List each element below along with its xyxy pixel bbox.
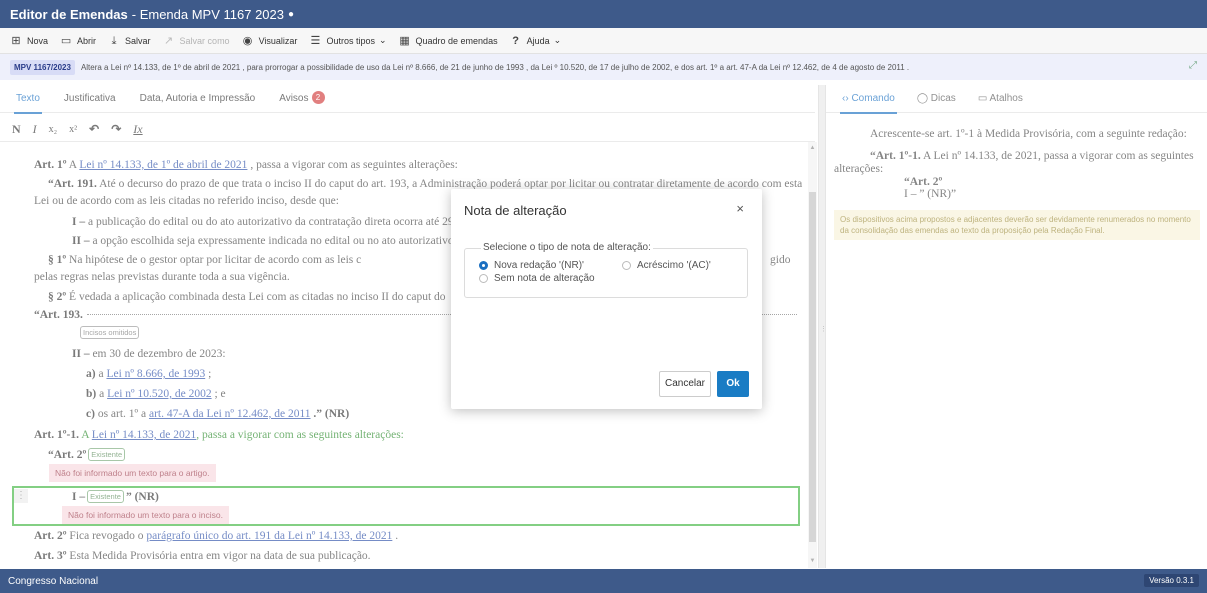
radio-sem-nota[interactable]: Sem nota de alteração <box>479 273 595 284</box>
preview-label: Visualizar <box>258 35 298 46</box>
open-button[interactable]: ▭ Abrir <box>60 35 96 47</box>
proposition-bar: MPV 1167/2023 Altera a Lei nº 14.133, de… <box>0 54 1207 80</box>
radio-selected-icon <box>479 261 488 270</box>
window-title-bar: Editor de Emendas - Emenda MPV 1167 2023… <box>0 0 1207 28</box>
proposition-summary: Altera a Lei nº 14.133, de 1º de abril d… <box>80 62 910 72</box>
save-label: Salvar <box>125 35 151 46</box>
folder-icon: ▭ <box>60 34 72 47</box>
new-label: Nova <box>27 35 49 46</box>
change-note-dialog: Nota de alteração × Selecione o tipo de … <box>451 189 762 409</box>
dialog-title: Nota de alteração <box>464 203 567 218</box>
save-button[interactable]: ⤓ Salvar <box>108 35 151 47</box>
close-icon[interactable]: × <box>736 201 744 216</box>
table-icon: ▦ <box>399 34 410 47</box>
ok-button[interactable]: Ok <box>717 371 749 397</box>
chevron-down-icon: ⌄ <box>378 35 387 45</box>
save-as-label: Salvar como <box>179 35 230 46</box>
amendments-table-label: Quadro de emendas <box>415 35 498 46</box>
save-as-icon: ↗ <box>163 34 174 47</box>
help-icon: ? <box>512 34 519 47</box>
main-toolbar: ⊞ Nova ▭ Abrir ⤓ Salvar ↗ Salvar como ◉ Visua… <box>0 28 1207 54</box>
expand-icon[interactable]: ⤢ <box>1189 60 1197 71</box>
status-bar: Congresso Nacional Versão 0.3.1 <box>0 569 1207 593</box>
document-title: - Emenda MPV 1167 2023 <box>131 6 284 22</box>
radio-unselected-icon <box>622 261 631 270</box>
help-label: Ajuda <box>526 35 550 46</box>
list-icon: ☰ <box>310 34 321 47</box>
eye-icon: ◉ <box>242 34 253 47</box>
app-title: Editor de Emendas <box>10 6 128 22</box>
other-types-dropdown[interactable]: ☰ Outros tipos ⌄ <box>309 34 387 47</box>
organization-label: Congresso Nacional <box>8 575 99 587</box>
radio-nova-redacao-label: Nova redação '(NR)' <box>494 260 584 271</box>
new-file-icon: ⊞ <box>11 34 21 47</box>
radio-nova-redacao[interactable]: Nova redação '(NR)' <box>479 260 584 271</box>
open-label: Abrir <box>77 35 97 46</box>
note-type-group: Selecione o tipo de nota de alteração: N… <box>464 242 748 298</box>
help-dropdown[interactable]: ? Ajuda ⌄ <box>510 34 562 47</box>
amendments-table-button[interactable]: ▦ Quadro de emendas <box>399 34 498 47</box>
proposition-badge: MPV 1167/2023 <box>10 59 75 75</box>
radio-unselected-icon <box>479 274 488 283</box>
other-types-label: Outros tipos <box>326 35 375 46</box>
chevron-down-icon: ⌄ <box>553 35 562 45</box>
save-as-button[interactable]: ↗ Salvar como <box>163 35 230 47</box>
radio-acrescimo[interactable]: Acréscimo '(AC)' <box>622 260 711 271</box>
save-icon: ⤓ <box>111 34 117 47</box>
radio-acrescimo-label: Acréscimo '(AC)' <box>637 260 711 271</box>
new-button[interactable]: ⊞ Nova <box>10 35 48 47</box>
version-badge: Versão 0.3.1 <box>1144 574 1199 587</box>
unsaved-indicator: ● <box>288 8 295 20</box>
preview-button[interactable]: ◉ Visualizar <box>242 35 298 47</box>
radio-sem-nota-label: Sem nota de alteração <box>494 273 595 284</box>
cancel-button[interactable]: Cancelar <box>659 371 711 397</box>
note-type-legend: Selecione o tipo de nota de alteração: <box>481 242 653 253</box>
